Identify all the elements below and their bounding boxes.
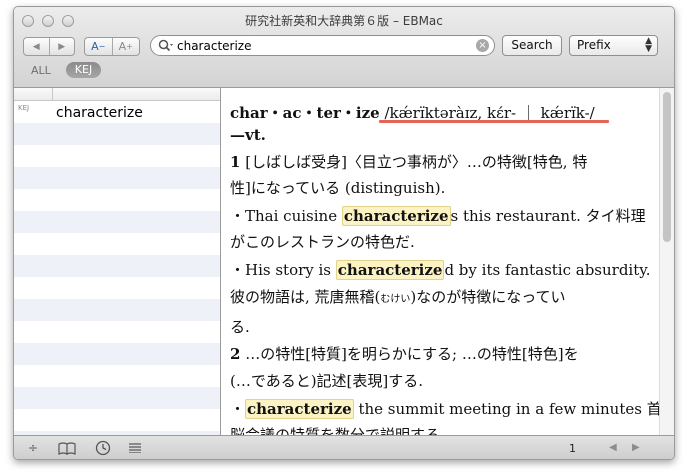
empty-row (14, 277, 220, 299)
status-bar: ÷ 1 ◀ ▶ (14, 435, 674, 459)
app-window: 研究社新英和大辞典第６版 – EBMac ◀ ▶ A− A+ × Search … (13, 6, 675, 460)
window-title: 研究社新英和大辞典第６版 – EBMac (245, 14, 443, 28)
font-smaller-label: A (91, 40, 99, 53)
back-arrow-icon: ◀ (32, 41, 40, 52)
result-word: characterize (56, 105, 143, 121)
sense-number: 1 (230, 153, 241, 171)
empty-row (14, 409, 220, 431)
search-input[interactable] (177, 37, 467, 54)
entry-headword: char・ac・ter・ize (230, 104, 380, 122)
empty-row (14, 321, 220, 343)
example-text: ・ (230, 400, 246, 418)
sense-1-line-2: 性]になっている (distinguish). (230, 179, 446, 197)
scope-kej-button[interactable]: KEJ (66, 62, 101, 78)
sense-1-line-1: 1 [しばしば受身]〈目立つ事柄が〉…の特徴[特色, 特 (230, 151, 587, 172)
entry-view[interactable]: char・ac・ter・ize /kǽrɪ̈ktəràɪz, kɛ́r- ｜ k… (221, 88, 659, 435)
match-mode-select[interactable]: Prefix ▲ ▼ (569, 35, 658, 56)
empty-row (14, 233, 220, 255)
add-icon[interactable]: ÷ (28, 441, 38, 455)
list-item[interactable]: KEJ characterize (14, 101, 220, 123)
search-field[interactable]: × (150, 35, 495, 56)
sense-text: [しばしば受身]〈目立つ事柄が〉…の特徴[特色, 特 (245, 153, 588, 171)
empty-row (14, 299, 220, 321)
list-icon[interactable] (129, 443, 141, 453)
empty-row (14, 365, 220, 387)
next-page-icon[interactable]: ▶ (632, 442, 640, 453)
scope-all-button[interactable]: ALL (31, 64, 51, 77)
example-text: )なのが特徴になってい (410, 288, 566, 306)
font-larger-label: A (118, 40, 127, 53)
search-button[interactable]: Search (502, 35, 562, 56)
empty-row (14, 189, 220, 211)
dictionary-tag: KEJ (18, 104, 30, 112)
pronunciation-underline (379, 120, 609, 123)
example-3-line-2: 脳会議の特質を数分で説明する. (230, 426, 445, 435)
example-1-line-1: ・Thai cuisine characterize s this restaur… (230, 205, 646, 226)
example-2-line-3: る. (230, 318, 250, 336)
example-text: d by its fantastic absurdity. (444, 261, 651, 279)
highlighted-term[interactable]: characterize (245, 399, 354, 419)
sense-number: 2 (230, 345, 241, 363)
results-list: KEJ characterize (14, 88, 221, 435)
empty-row (14, 123, 220, 145)
empty-row (14, 343, 220, 365)
results-list-header (14, 88, 220, 101)
font-larger-button[interactable]: A + (111, 38, 140, 55)
example-text: s this restaurant. タイ料理 (450, 207, 646, 225)
sense-2-line-1: 2 …の特性[特質]を明らかにする; …の特性[特色]を (230, 343, 579, 364)
font-size-control: A − A + (84, 37, 140, 56)
entry-scrollbar[interactable] (659, 88, 674, 435)
example-1-line-2: がこのレストランの特色だ. (230, 233, 415, 251)
updown-chevron-icon: ▲ ▼ (645, 36, 652, 54)
history-nav-control: ◀ ▶ (23, 37, 75, 56)
page-number: 1 (569, 442, 576, 455)
example-3-line-1: ・ characterize the summit meeting in a fe… (230, 398, 659, 419)
forward-button[interactable]: ▶ (48, 38, 75, 55)
forward-arrow-icon: ▶ (58, 41, 66, 52)
toolbar: 研究社新英和大辞典第６版 – EBMac ◀ ▶ A− A+ × Search … (14, 7, 674, 88)
match-mode-value: Prefix (577, 38, 611, 52)
history-clock-icon[interactable] (95, 440, 111, 456)
example-text: 彼の物語は, 荒唐無稽( (230, 288, 381, 306)
ruby-reading: むけい (380, 294, 411, 305)
highlighted-term[interactable]: characterize (341, 206, 451, 226)
example-2-line-1: ・His story is characterize d by its fanta… (230, 259, 651, 280)
part-of-speech: —vt. (230, 126, 266, 144)
search-icon[interactable] (158, 39, 174, 53)
example-2-line-2: 彼の物語は, 荒唐無稽(むけい)なのが特徴になってい (230, 286, 566, 307)
empty-row (14, 255, 220, 277)
book-icon[interactable] (58, 442, 76, 455)
scrollbar-thumb[interactable] (663, 92, 671, 242)
clear-search-icon[interactable]: × (476, 39, 489, 52)
sense-text: …の特性[特質]を明らかにする; …の特性[特色]を (240, 345, 579, 363)
sense-2-line-2: (…であると)記述[表現]する. (230, 372, 424, 390)
empty-row (14, 167, 220, 189)
previous-page-icon[interactable]: ◀ (609, 442, 617, 453)
example-text: the summit meeting in a few minutes 首 (353, 400, 659, 418)
empty-row (14, 387, 220, 409)
back-button[interactable]: ◀ (24, 38, 49, 55)
empty-row (14, 211, 220, 233)
empty-row (14, 145, 220, 167)
highlighted-term[interactable]: characterize (335, 260, 445, 280)
example-text: ・Thai cuisine (230, 207, 342, 225)
example-text: ・His story is (230, 261, 336, 279)
font-smaller-button[interactable]: A − (85, 38, 112, 55)
